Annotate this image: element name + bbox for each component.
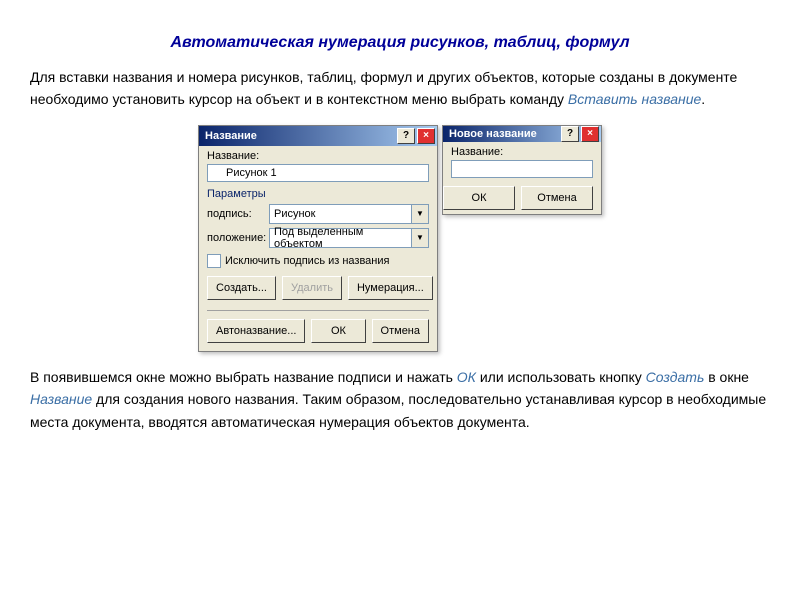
- help-icon[interactable]: ?: [397, 128, 415, 144]
- new-name-titlebar[interactable]: Новое название ? ×: [443, 126, 601, 142]
- caption-dialog-titlebar[interactable]: Название ? ×: [199, 126, 437, 146]
- page-title: Автоматическая нумерация рисунков, табли…: [30, 34, 770, 52]
- ok-button[interactable]: ОК: [311, 319, 365, 343]
- exclude-label: Исключить подпись из названия: [225, 255, 389, 267]
- autoname-button[interactable]: Автоназвание...: [207, 319, 305, 343]
- new-name-label: Название:: [451, 146, 593, 158]
- caption-dialog: Название ? × Название: Рисунок 1 Парамет…: [198, 125, 438, 352]
- create-button[interactable]: Создать...: [207, 276, 276, 300]
- outro-paragraph: В появившемся окне можно выбрать названи…: [30, 366, 770, 433]
- cancel-button[interactable]: Отмена: [521, 186, 593, 210]
- delete-button: Удалить: [282, 276, 342, 300]
- outro-em-caption: Название: [30, 391, 92, 407]
- outro-text-4: для создания нового названия. Таким обра…: [30, 391, 766, 429]
- intro-paragraph: Для вставки названия и номера рисунков, …: [30, 66, 770, 111]
- numbering-button[interactable]: Нумерация...: [348, 276, 433, 300]
- close-icon[interactable]: ×: [417, 128, 435, 144]
- outro-em-create: Создать: [646, 369, 705, 385]
- caption-label: подпись:: [207, 208, 263, 220]
- caption-dialog-title: Название: [205, 130, 395, 142]
- exclude-row: Исключить подпись из названия: [207, 254, 429, 268]
- caption-row: подпись: Рисунок ▼: [207, 204, 429, 224]
- position-row: положение: Под выделенным объектом ▼: [207, 228, 429, 248]
- position-label: положение:: [207, 232, 263, 244]
- ok-button[interactable]: ОК: [443, 186, 515, 210]
- new-name-dialog: Новое название ? × Название: ОК Отмена: [442, 125, 602, 215]
- name-input-value: Рисунок 1: [226, 167, 277, 179]
- caption-combo-value: Рисунок: [274, 208, 411, 220]
- cancel-button[interactable]: Отмена: [372, 319, 429, 343]
- intro-em-1: Вставить название: [568, 91, 701, 107]
- position-combo[interactable]: Под выделенным объектом ▼: [269, 228, 429, 248]
- buttons-row-1: Создать... Удалить Нумерация...: [207, 276, 429, 300]
- caption-combo[interactable]: Рисунок ▼: [269, 204, 429, 224]
- chevron-down-icon[interactable]: ▼: [411, 229, 428, 247]
- chevron-down-icon[interactable]: ▼: [411, 205, 428, 223]
- position-combo-value: Под выделенным объектом: [274, 226, 411, 250]
- outro-text-1: В появившемся окне можно выбрать названи…: [30, 369, 457, 385]
- exclude-checkbox[interactable]: [207, 254, 221, 268]
- name-input[interactable]: Рисунок 1: [207, 164, 429, 182]
- help-icon[interactable]: ?: [561, 126, 579, 142]
- close-icon[interactable]: ×: [581, 126, 599, 142]
- buttons-row-2: Автоназвание... ОК Отмена: [207, 310, 429, 343]
- outro-text-3: в окне: [704, 369, 749, 385]
- outro-text-2: или использовать кнопку: [476, 369, 646, 385]
- new-name-input[interactable]: [451, 160, 593, 178]
- name-label: Название:: [207, 150, 429, 162]
- dialogs-container: Название ? × Название: Рисунок 1 Парамет…: [30, 125, 770, 352]
- intro-text-2: .: [701, 91, 705, 107]
- params-link[interactable]: Параметры: [207, 188, 429, 200]
- new-name-title: Новое название: [449, 128, 559, 140]
- outro-em-ok: ОК: [457, 369, 476, 385]
- new-name-buttons: ОК Отмена: [451, 186, 593, 210]
